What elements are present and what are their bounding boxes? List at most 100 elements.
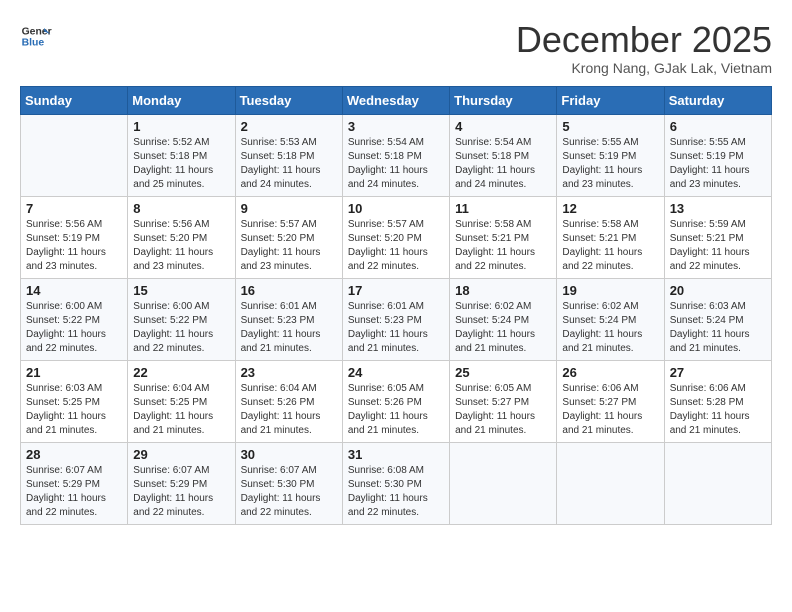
calendar-cell: 19 Sunrise: 6:02 AM Sunset: 5:24 PM Dayli… (557, 278, 664, 360)
day-number: 7 (26, 201, 122, 216)
day-info: Sunrise: 6:06 AM Sunset: 5:27 PM Dayligh… (562, 382, 658, 438)
day-info: Sunrise: 5:52 AM Sunset: 5:18 PM Dayligh… (133, 136, 229, 192)
day-number: 1 (133, 119, 229, 134)
day-number: 4 (455, 119, 551, 134)
page-header: General Blue December 2025 Krong Nang, G… (20, 20, 772, 76)
calendar-cell: 17 Sunrise: 6:01 AM Sunset: 5:23 PM Dayli… (342, 278, 449, 360)
day-number: 30 (241, 447, 337, 462)
calendar-cell: 2 Sunrise: 5:53 AM Sunset: 5:18 PM Daylig… (235, 114, 342, 196)
day-info: Sunrise: 6:04 AM Sunset: 5:26 PM Dayligh… (241, 382, 337, 438)
calendar-cell: 12Sunrise: 5:58 AM Sunset: 5:21 PM Dayli… (557, 196, 664, 278)
day-number: 9 (241, 201, 337, 216)
calendar-cell (21, 114, 128, 196)
calendar-cell: 26 Sunrise: 6:06 AM Sunset: 5:27 PM Dayli… (557, 360, 664, 442)
calendar-body: 1 Sunrise: 5:52 AM Sunset: 5:18 PM Daylig… (21, 114, 772, 524)
day-number: 5 (562, 119, 658, 134)
day-number: 19 (562, 283, 658, 298)
day-info: Sunrise: 6:00 AM Sunset: 5:22 PM Dayligh… (133, 300, 229, 356)
day-number: 11 (455, 201, 551, 216)
weekday-header-sunday: Sunday (21, 86, 128, 114)
day-info: Sunrise: 6:01 AM Sunset: 5:23 PM Dayligh… (241, 300, 337, 356)
calendar-cell: 7 Sunrise: 5:56 AM Sunset: 5:19 PM Daylig… (21, 196, 128, 278)
day-info: Sunrise: 6:01 AM Sunset: 5:23 PM Dayligh… (348, 300, 444, 356)
calendar-cell: 27 Sunrise: 6:06 AM Sunset: 5:28 PM Dayli… (664, 360, 771, 442)
calendar-cell: 23 Sunrise: 6:04 AM Sunset: 5:26 PM Dayli… (235, 360, 342, 442)
calendar-cell (450, 442, 557, 524)
calendar-cell: 3 Sunrise: 5:54 AM Sunset: 5:18 PM Daylig… (342, 114, 449, 196)
day-number: 18 (455, 283, 551, 298)
calendar-cell: 6 Sunrise: 5:55 AM Sunset: 5:19 PM Daylig… (664, 114, 771, 196)
month-title: December 2025 (516, 20, 772, 60)
day-info: Sunrise: 5:56 AM Sunset: 5:19 PM Dayligh… (26, 218, 122, 274)
day-number: 14 (26, 283, 122, 298)
day-info: Sunrise: 5:57 AM Sunset: 5:20 PM Dayligh… (241, 218, 337, 274)
day-info: Sunrise: 6:05 AM Sunset: 5:26 PM Dayligh… (348, 382, 444, 438)
calendar-cell: 21Sunrise: 6:03 AM Sunset: 5:25 PM Dayli… (21, 360, 128, 442)
day-number: 22 (133, 365, 229, 380)
day-number: 21 (26, 365, 122, 380)
day-info: Sunrise: 5:59 AM Sunset: 5:21 PM Dayligh… (670, 218, 766, 274)
day-number: 27 (670, 365, 766, 380)
day-number: 16 (241, 283, 337, 298)
day-number: 24 (348, 365, 444, 380)
day-number: 3 (348, 119, 444, 134)
calendar-cell: 10 Sunrise: 5:57 AM Sunset: 5:20 PM Dayli… (342, 196, 449, 278)
calendar-cell: 15Sunrise: 6:00 AM Sunset: 5:22 PM Dayli… (128, 278, 235, 360)
day-info: Sunrise: 5:54 AM Sunset: 5:18 PM Dayligh… (348, 136, 444, 192)
calendar-cell: 25 Sunrise: 6:05 AM Sunset: 5:27 PM Dayli… (450, 360, 557, 442)
day-number: 26 (562, 365, 658, 380)
weekday-header-thursday: Thursday (450, 86, 557, 114)
weekday-header-saturday: Saturday (664, 86, 771, 114)
day-number: 23 (241, 365, 337, 380)
day-number: 20 (670, 283, 766, 298)
day-info: Sunrise: 5:54 AM Sunset: 5:18 PM Dayligh… (455, 136, 551, 192)
calendar-table: SundayMondayTuesdayWednesdayThursdayFrid… (20, 86, 772, 525)
day-info: Sunrise: 6:02 AM Sunset: 5:24 PM Dayligh… (562, 300, 658, 356)
day-number: 25 (455, 365, 551, 380)
day-info: Sunrise: 6:03 AM Sunset: 5:24 PM Dayligh… (670, 300, 766, 356)
calendar-cell: 24 Sunrise: 6:05 AM Sunset: 5:26 PM Dayli… (342, 360, 449, 442)
calendar-cell: 18Sunrise: 6:02 AM Sunset: 5:24 PM Dayli… (450, 278, 557, 360)
calendar-cell: 14 Sunrise: 6:00 AM Sunset: 5:22 PM Dayli… (21, 278, 128, 360)
day-info: Sunrise: 5:56 AM Sunset: 5:20 PM Dayligh… (133, 218, 229, 274)
week-row-1: 1 Sunrise: 5:52 AM Sunset: 5:18 PM Daylig… (21, 114, 772, 196)
calendar-cell: 16 Sunrise: 6:01 AM Sunset: 5:23 PM Dayli… (235, 278, 342, 360)
day-number: 6 (670, 119, 766, 134)
day-info: Sunrise: 5:55 AM Sunset: 5:19 PM Dayligh… (670, 136, 766, 192)
week-row-3: 14 Sunrise: 6:00 AM Sunset: 5:22 PM Dayli… (21, 278, 772, 360)
calendar-cell: 22 Sunrise: 6:04 AM Sunset: 5:25 PM Dayli… (128, 360, 235, 442)
day-info: Sunrise: 6:07 AM Sunset: 5:29 PM Dayligh… (26, 464, 122, 520)
logo-icon: General Blue (20, 20, 52, 52)
logo: General Blue (20, 20, 52, 52)
day-info: Sunrise: 6:05 AM Sunset: 5:27 PM Dayligh… (455, 382, 551, 438)
day-number: 2 (241, 119, 337, 134)
calendar-cell: 9 Sunrise: 5:57 AM Sunset: 5:20 PM Daylig… (235, 196, 342, 278)
weekday-header-tuesday: Tuesday (235, 86, 342, 114)
calendar-cell: 4 Sunrise: 5:54 AM Sunset: 5:18 PM Daylig… (450, 114, 557, 196)
calendar-cell: 28Sunrise: 6:07 AM Sunset: 5:29 PM Dayli… (21, 442, 128, 524)
day-info: Sunrise: 5:53 AM Sunset: 5:18 PM Dayligh… (241, 136, 337, 192)
calendar-cell: 13 Sunrise: 5:59 AM Sunset: 5:21 PM Dayli… (664, 196, 771, 278)
svg-text:Blue: Blue (22, 38, 45, 49)
day-number: 12 (562, 201, 658, 216)
day-number: 13 (670, 201, 766, 216)
week-row-5: 28Sunrise: 6:07 AM Sunset: 5:29 PM Dayli… (21, 442, 772, 524)
day-info: Sunrise: 5:55 AM Sunset: 5:19 PM Dayligh… (562, 136, 658, 192)
day-number: 17 (348, 283, 444, 298)
week-row-2: 7 Sunrise: 5:56 AM Sunset: 5:19 PM Daylig… (21, 196, 772, 278)
weekday-header-friday: Friday (557, 86, 664, 114)
calendar-cell: 11Sunrise: 5:58 AM Sunset: 5:21 PM Dayli… (450, 196, 557, 278)
day-info: Sunrise: 6:06 AM Sunset: 5:28 PM Dayligh… (670, 382, 766, 438)
weekday-header-monday: Monday (128, 86, 235, 114)
day-info: Sunrise: 6:07 AM Sunset: 5:29 PM Dayligh… (133, 464, 229, 520)
day-info: Sunrise: 6:08 AM Sunset: 5:30 PM Dayligh… (348, 464, 444, 520)
day-number: 31 (348, 447, 444, 462)
calendar-cell: 8Sunrise: 5:56 AM Sunset: 5:20 PM Daylig… (128, 196, 235, 278)
calendar-cell (664, 442, 771, 524)
day-info: Sunrise: 6:00 AM Sunset: 5:22 PM Dayligh… (26, 300, 122, 356)
calendar-cell (557, 442, 664, 524)
calendar-cell: 31 Sunrise: 6:08 AM Sunset: 5:30 PM Dayli… (342, 442, 449, 524)
day-number: 10 (348, 201, 444, 216)
day-info: Sunrise: 6:04 AM Sunset: 5:25 PM Dayligh… (133, 382, 229, 438)
day-info: Sunrise: 5:57 AM Sunset: 5:20 PM Dayligh… (348, 218, 444, 274)
